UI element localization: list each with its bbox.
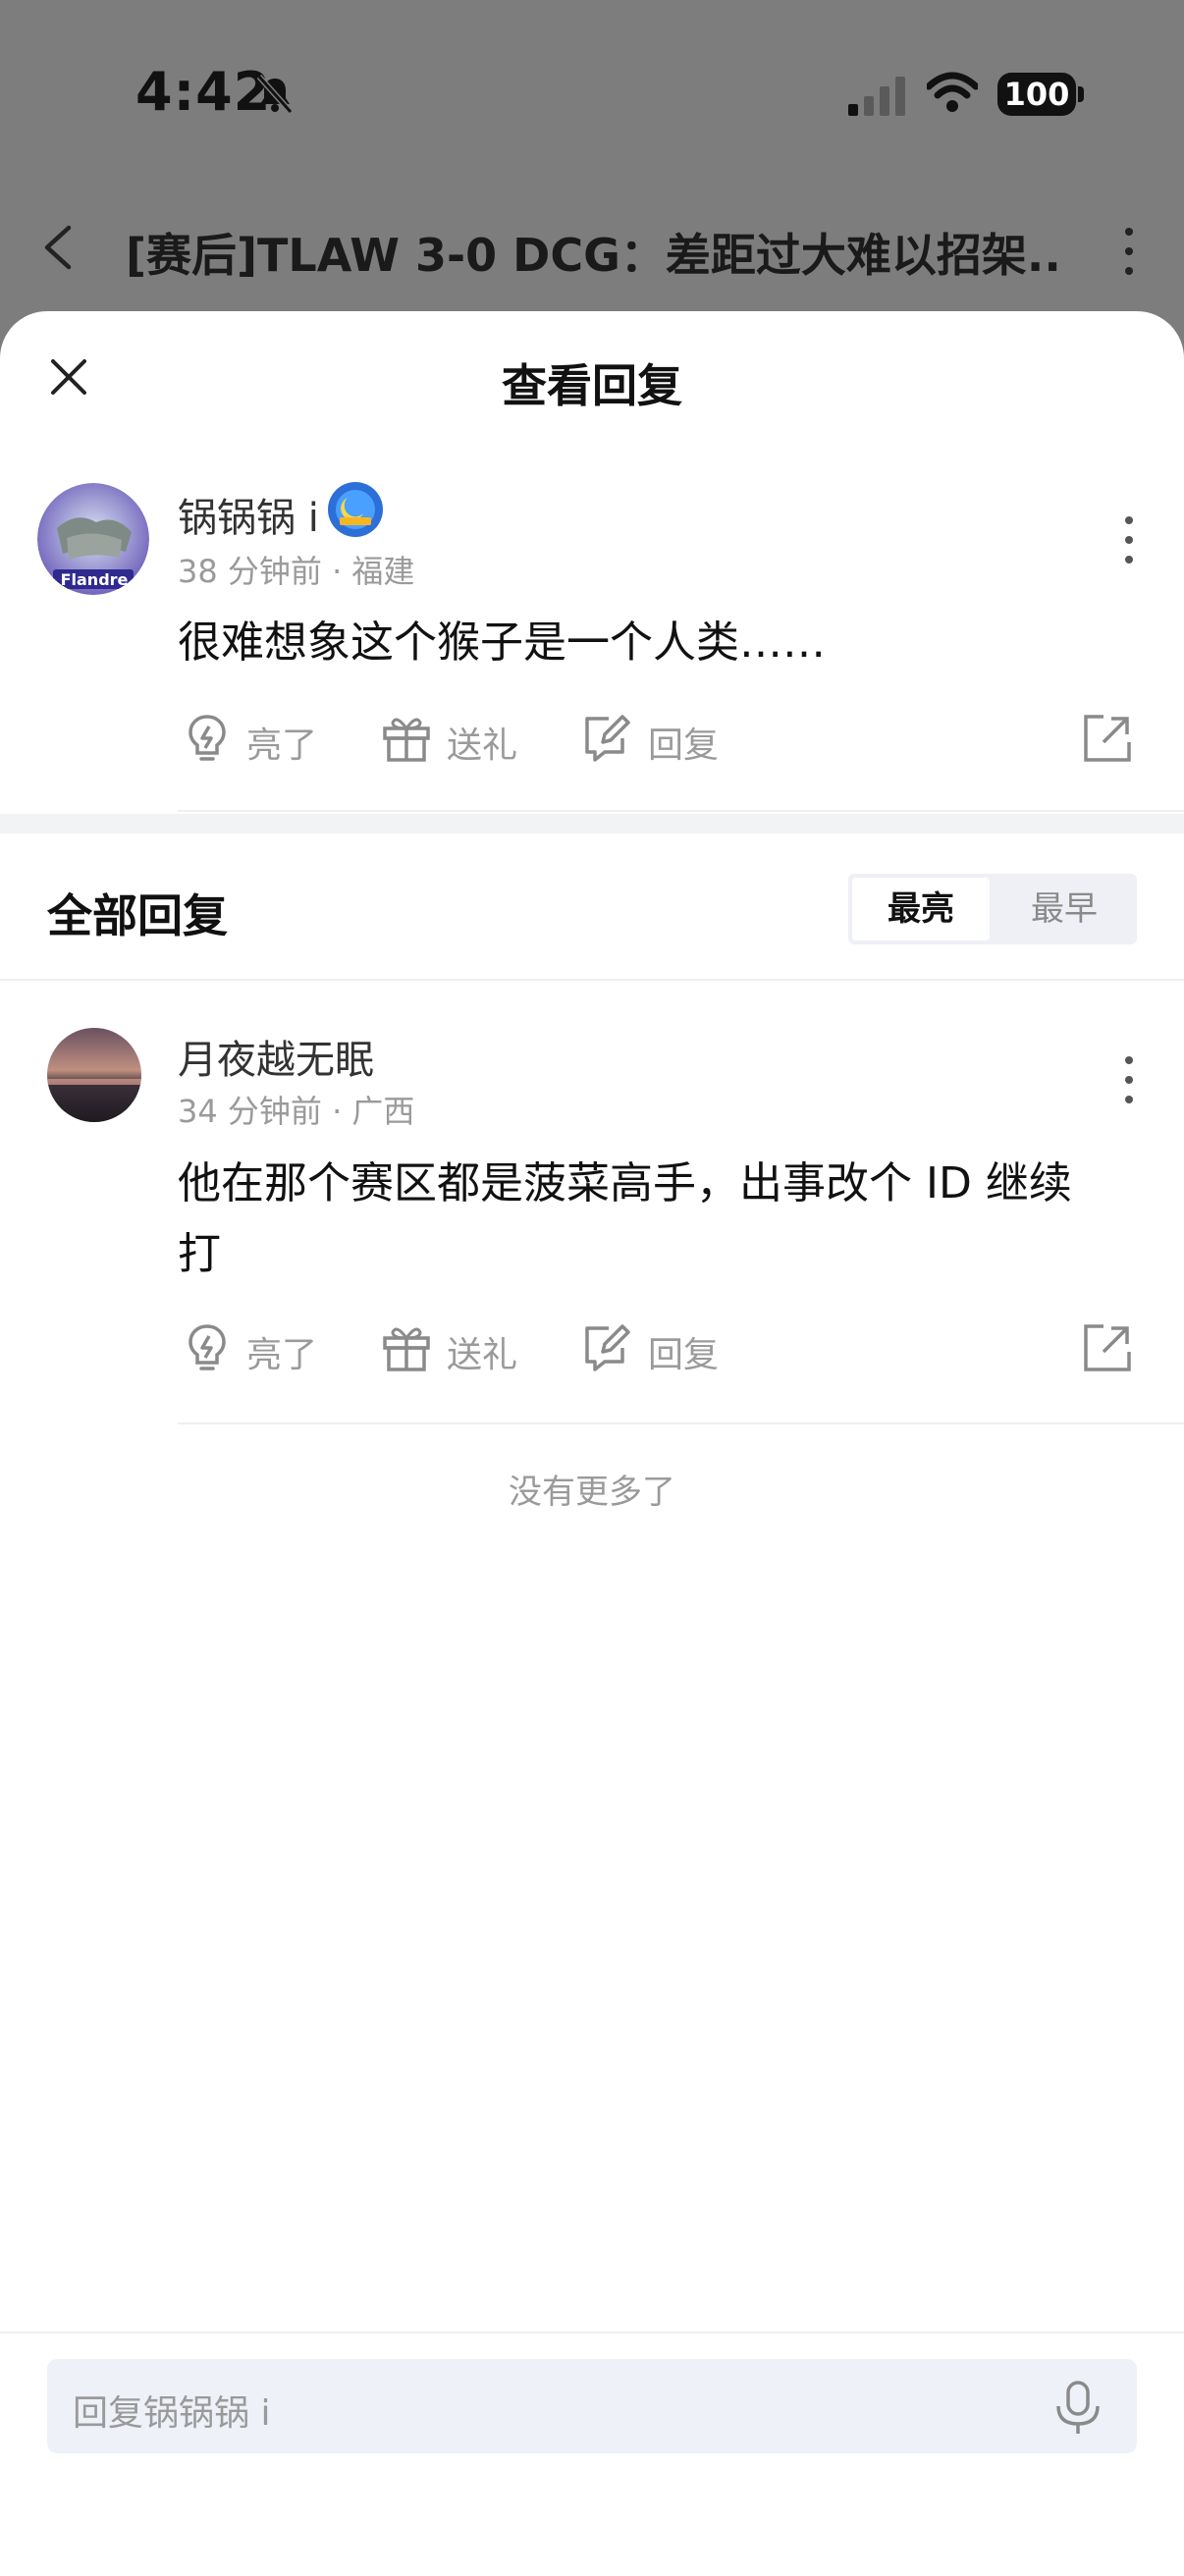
comment-content: 很难想象这个猴子是一个人类…… [178, 617, 826, 668]
bell-muted-icon [256, 75, 294, 114]
comment-time: 38 分钟前 [178, 553, 322, 590]
user-badge-icon [328, 482, 383, 537]
section-gap [0, 814, 1184, 833]
battery-tip [1078, 86, 1084, 102]
reply-input[interactable]: 回复锅锅锅 i [47, 2359, 1137, 2453]
battery-level: 100 [1003, 76, 1070, 113]
like-button-label[interactable]: 亮了 [246, 1326, 317, 1377]
comment-username[interactable]: 锅锅锅 i [178, 486, 319, 543]
reply-edit-icon[interactable] [579, 711, 634, 766]
background-page: 4:42 100 [赛后]TLAW 3-0 DCG：差距过大难以招架... [0, 0, 1184, 324]
gift-icon[interactable] [379, 711, 434, 766]
more-icon[interactable] [1119, 224, 1139, 279]
meta-separator: · [321, 553, 352, 590]
gift-button-label[interactable]: 送礼 [447, 1326, 517, 1377]
divider [178, 1422, 1184, 1424]
lightbulb-icon[interactable] [180, 711, 235, 766]
back-icon[interactable] [39, 224, 79, 271]
reply-edit-icon[interactable] [579, 1320, 634, 1375]
share-icon[interactable] [1080, 1320, 1135, 1375]
all-replies-heading: 全部回复 [47, 889, 228, 942]
reply-more-icon[interactable] [1121, 1054, 1137, 1105]
reply-input-bar: 回复锅锅锅 i [0, 2332, 1184, 2576]
divider [0, 979, 1184, 981]
comment-meta: 38 分钟前 · 福建 [178, 547, 414, 592]
reply-avatar[interactable] [47, 1028, 141, 1122]
reply-location: 广西 [351, 1093, 415, 1130]
reply-time: 34 分钟前 [178, 1093, 322, 1130]
lightbulb-icon[interactable] [180, 1320, 235, 1375]
divider [178, 810, 1184, 812]
sheet-title: 查看回复 [502, 359, 682, 412]
comment-more-icon[interactable] [1121, 514, 1137, 565]
comment-location: 福建 [351, 553, 415, 590]
reply-button-label[interactable]: 回复 [648, 717, 719, 768]
like-button-label[interactable]: 亮了 [246, 717, 317, 768]
status-bar: 4:42 100 [0, 0, 1184, 177]
gift-icon[interactable] [379, 1320, 434, 1375]
reply-content-line: 打 [178, 1229, 221, 1279]
sort-option-brightest[interactable]: 最亮 [852, 878, 990, 940]
battery-indicator: 100 [997, 73, 1076, 116]
reply-meta: 34 分钟前 · 广西 [178, 1087, 414, 1132]
reply-username[interactable]: 月夜越无眠 [178, 1028, 374, 1085]
cellular-signal-icon [848, 77, 905, 116]
sort-toggle: 最亮 最早 [848, 874, 1137, 944]
reply-sheet: 查看回复 Flandre 锅锅锅 i 38 分钟前 · 福建 很难想象这个猴子是… [0, 311, 1184, 2576]
sort-option-earliest[interactable]: 最早 [996, 878, 1133, 940]
reply-input-placeholder: 回复锅锅锅 i [73, 2393, 271, 2434]
reply-button-label[interactable]: 回复 [648, 1326, 719, 1377]
reply-content-line: 他在那个赛区都是菠菜高手，出事改个 ID 继续 [178, 1158, 1072, 1208]
microphone-icon[interactable] [1050, 2379, 1105, 2438]
wifi-icon [927, 72, 978, 112]
reply-avatar-image [47, 1028, 141, 1122]
no-more-text: 没有更多了 [509, 1473, 675, 1512]
avatar-badge-text: Flandre [60, 570, 129, 589]
reply-content: 他在那个赛区都是菠菜高手，出事改个 ID 继续 打 [178, 1149, 1140, 1290]
meta-separator: · [321, 1093, 352, 1130]
status-time: 4:42 [135, 61, 272, 123]
post-title: [赛后]TLAW 3-0 DCG：差距过大难以招架... [126, 229, 1058, 282]
gift-button-label[interactable]: 送礼 [447, 717, 517, 768]
share-icon[interactable] [1080, 711, 1135, 766]
